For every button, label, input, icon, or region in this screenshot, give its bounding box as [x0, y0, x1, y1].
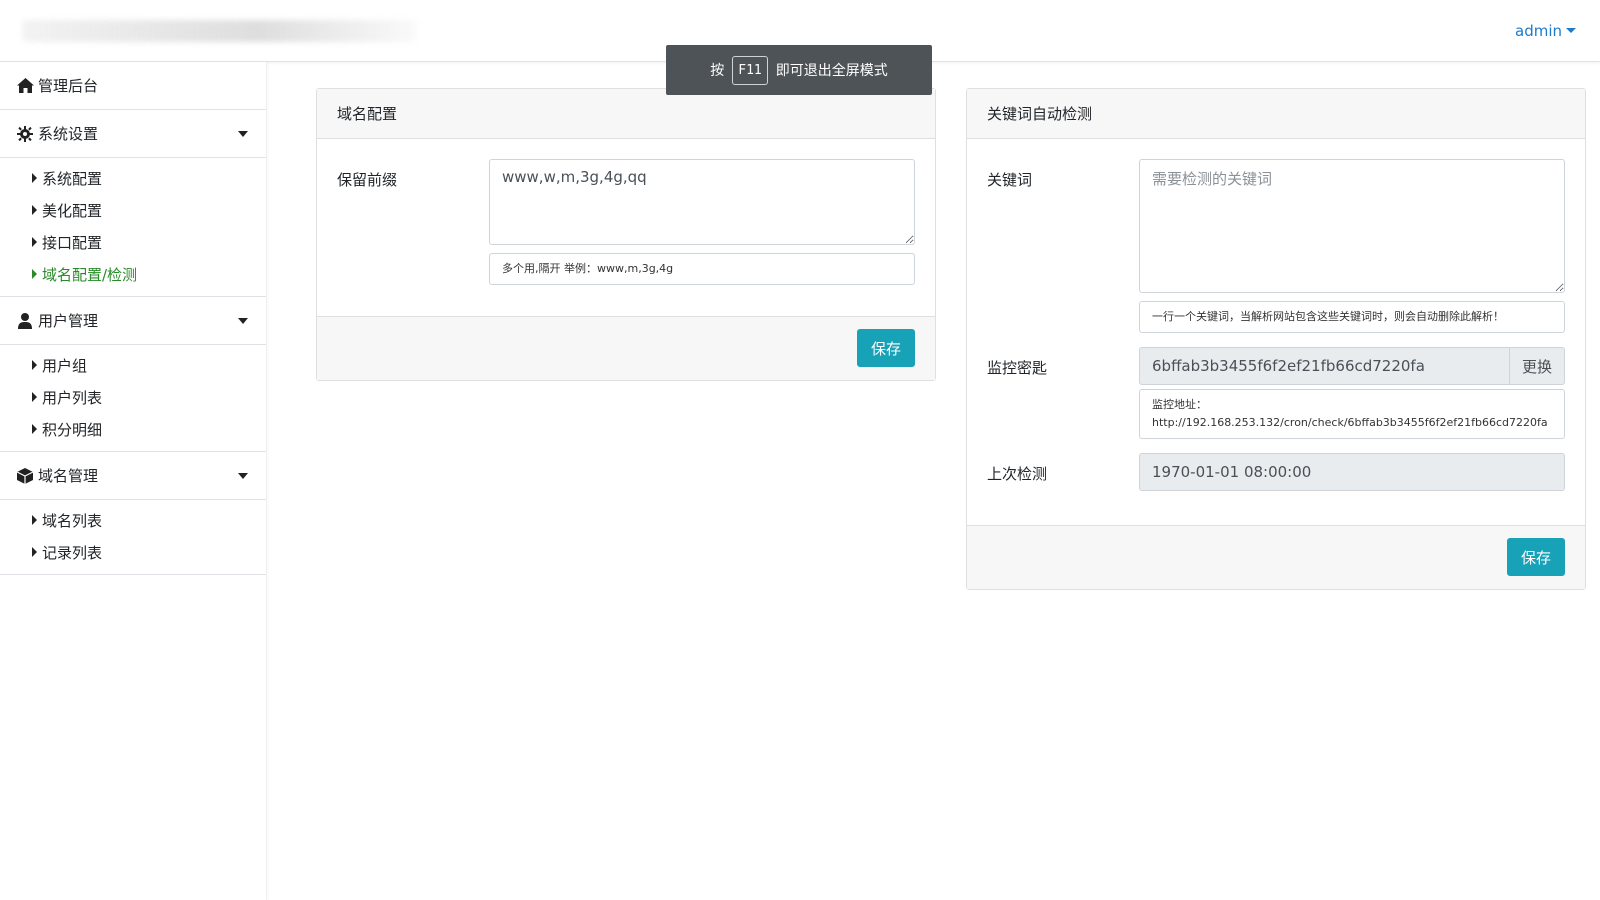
chevron-right-icon — [32, 547, 37, 557]
sidebar-submenu-domains: 域名列表 记录列表 — [0, 500, 266, 575]
last-check-label: 上次检测 — [987, 465, 1048, 483]
chevron-right-icon — [32, 269, 37, 279]
card-footer: 保存 — [967, 525, 1585, 589]
sidebar-item-system-config[interactable]: 系统配置 — [0, 162, 266, 194]
monitor-secret-group: 6bffab3b3455f6f2ef21fb66cd7220fa 更换 — [1139, 347, 1565, 385]
sidebar-item-label: 接口配置 — [42, 233, 103, 252]
sidebar-item-theme-config[interactable]: 美化配置 — [0, 194, 266, 226]
domain-config-card: 域名配置 保留前缀 www,w,m,3g,4g,qq 多个用,隔开 举例：www… — [316, 88, 936, 381]
chevron-right-icon — [32, 360, 37, 370]
sidebar-group-user-management[interactable]: 用户管理 — [0, 297, 266, 345]
chevron-down-icon — [1566, 27, 1576, 33]
reserved-prefix-help: 多个用,隔开 举例：www,m,3g,4g — [489, 253, 915, 285]
sidebar-item-label: 积分明细 — [42, 420, 103, 439]
f11-key-badge: F11 — [732, 55, 768, 85]
replace-secret-button[interactable]: 更换 — [1509, 347, 1565, 385]
sidebar-item-dashboard[interactable]: 管理后台 — [0, 62, 266, 110]
card-footer: 保存 — [317, 316, 935, 380]
user-icon — [16, 312, 34, 330]
keyword-label: 关键词 — [987, 171, 1033, 189]
chevron-right-icon — [32, 205, 37, 215]
sidebar-submenu-system: 系统配置 美化配置 接口配置 域名配置/检测 — [0, 158, 266, 297]
cube-icon — [16, 467, 34, 485]
save-domain-config-button[interactable]: 保存 — [856, 329, 915, 367]
sidebar-item-label: 系统配置 — [42, 169, 103, 188]
sidebar-item-domain-config[interactable]: 域名配置/检测 — [0, 258, 266, 290]
sidebar-item-domain-list[interactable]: 域名列表 — [0, 504, 266, 536]
sidebar-item-record-list[interactable]: 记录列表 — [0, 536, 266, 568]
keyword-textarea[interactable] — [1139, 159, 1565, 293]
user-menu-dropdown[interactable]: admin — [1515, 22, 1576, 40]
sidebar-item-label: 域名配置/检测 — [42, 265, 138, 284]
sidebar-item-label: 管理后台 — [38, 77, 99, 95]
sidebar-group-label: 系统设置 — [38, 125, 99, 143]
card-title: 关键词自动检测 — [987, 105, 1093, 123]
monitor-secret-field: 6bffab3b3455f6f2ef21fb66cd7220fa — [1139, 347, 1510, 385]
sidebar-item-label: 记录列表 — [42, 543, 103, 562]
last-check-field: 1970-01-01 08:00:00 — [1139, 453, 1565, 491]
monitor-secret-label: 监控密匙 — [987, 359, 1048, 377]
keyword-help: 一行一个关键词，当解析网站包含这些关键词时，则会自动删除此解析！ — [1139, 301, 1565, 333]
home-icon — [16, 77, 34, 95]
fullscreen-notice: 按 F11 即可退出全屏模式 — [666, 45, 932, 95]
reserved-prefix-label: 保留前缀 — [337, 171, 398, 189]
keyword-detection-card: 关键词自动检测 关键词 一行一个关键词，当解析网站包含这些关键词时，则会自动删除… — [966, 88, 1586, 590]
chevron-right-icon — [32, 424, 37, 434]
chevron-right-icon — [32, 392, 37, 402]
sidebar-group-system-settings[interactable]: 系统设置 — [0, 110, 266, 158]
card-header: 关键词自动检测 — [967, 89, 1585, 139]
user-name: admin — [1515, 22, 1562, 40]
monitor-url-title: 监控地址： — [1152, 398, 1207, 411]
sidebar-group-label: 域名管理 — [38, 467, 99, 485]
sidebar-item-label: 域名列表 — [42, 511, 103, 530]
fullscreen-notice-prefix: 按 — [710, 63, 725, 79]
chevron-right-icon — [32, 173, 37, 183]
sidebar-group-label: 用户管理 — [38, 312, 99, 330]
reserved-prefix-textarea[interactable]: www,w,m,3g,4g,qq — [489, 159, 915, 245]
sidebar-item-label: 美化配置 — [42, 201, 103, 220]
sidebar-item-user-list[interactable]: 用户列表 — [0, 381, 266, 413]
save-keyword-config-button[interactable]: 保存 — [1506, 538, 1565, 576]
card-header: 域名配置 — [317, 89, 935, 139]
card-title: 域名配置 — [337, 105, 398, 123]
chevron-down-icon — [238, 318, 248, 324]
sidebar-item-points-detail[interactable]: 积分明细 — [0, 413, 266, 445]
chevron-right-icon — [32, 237, 37, 247]
gear-icon — [16, 125, 34, 143]
sidebar-group-domain-management[interactable]: 域名管理 — [0, 452, 266, 500]
sidebar-item-user-groups[interactable]: 用户组 — [0, 349, 266, 381]
sidebar-item-api-config[interactable]: 接口配置 — [0, 226, 266, 258]
monitor-url-help: 监控地址： http://192.168.253.132/cron/check/… — [1139, 389, 1565, 439]
sidebar-item-label: 用户列表 — [42, 388, 103, 407]
brand-logo — [22, 20, 417, 42]
chevron-right-icon — [32, 515, 37, 525]
chevron-down-icon — [238, 131, 248, 137]
sidebar-submenu-users: 用户组 用户列表 积分明细 — [0, 345, 266, 452]
sidebar-item-label: 用户组 — [42, 356, 88, 375]
monitor-url: http://192.168.253.132/cron/check/6bffab… — [1152, 416, 1548, 429]
fullscreen-notice-suffix: 即可退出全屏模式 — [775, 63, 888, 79]
chevron-down-icon — [238, 473, 248, 479]
sidebar: 管理后台 系统设置 系统配置 美化配置 接口配置 域名配置/检测 用户管理 用户… — [0, 62, 267, 900]
